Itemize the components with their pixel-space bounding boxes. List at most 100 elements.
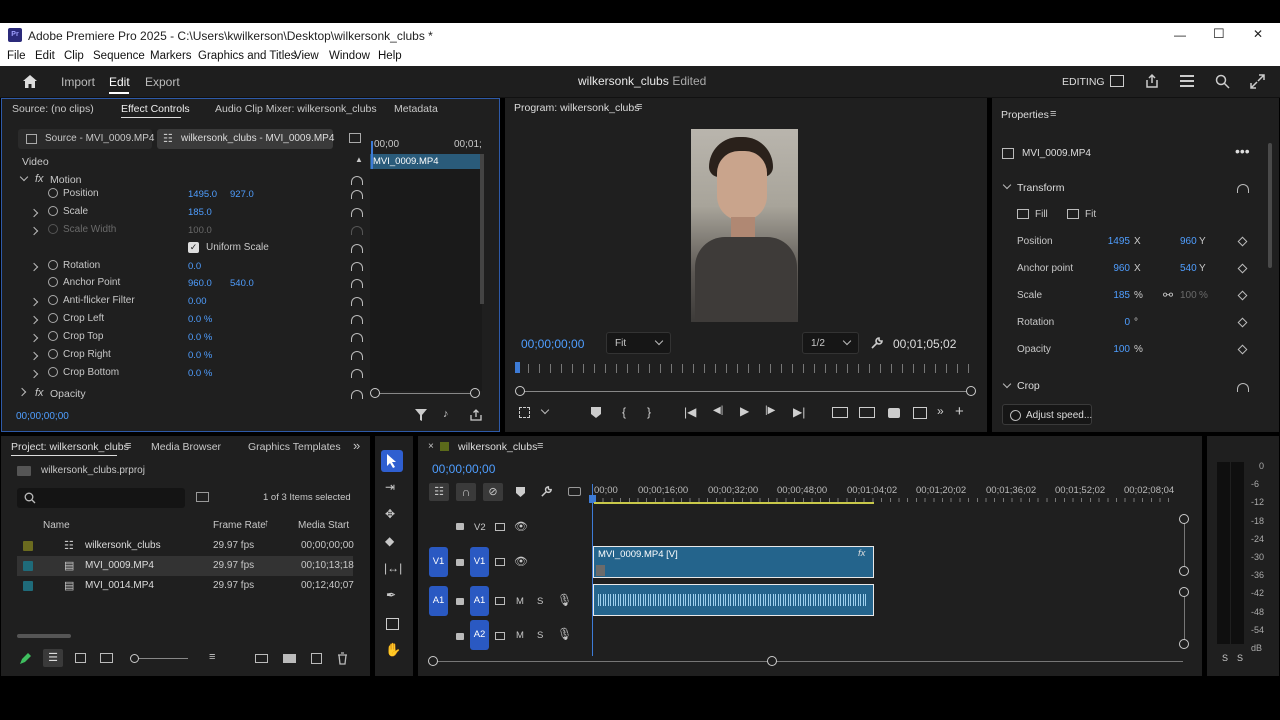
fill-button[interactable]: Fill — [1035, 209, 1048, 220]
pen-tool-icon[interactable]: ✒ — [386, 588, 396, 602]
audio-vscroll-handle-top[interactable] — [1179, 587, 1189, 597]
audio-icon[interactable]: ♪ — [443, 408, 449, 420]
tab-effect-controls[interactable]: Effect Controls — [121, 103, 190, 115]
row-reset-icon[interactable] — [351, 244, 363, 253]
menu-markers[interactable]: Markers — [150, 50, 192, 62]
mini-clip-bar[interactable]: MVI_0009.MP4 — [370, 154, 480, 169]
fit-dropdown[interactable]: Fit — [606, 332, 671, 354]
fill-icon[interactable] — [1017, 209, 1029, 219]
effect-controls-timecode[interactable]: 00;00;00;00 — [16, 411, 69, 422]
linked-selection-button[interactable]: ⊘ — [483, 483, 503, 501]
properties-menu-icon[interactable]: ≡ — [1050, 108, 1056, 120]
sort-icons-icon[interactable]: ≡ — [209, 651, 215, 663]
row-expand-icon[interactable] — [29, 262, 39, 272]
automate-sequence-icon[interactable] — [255, 654, 268, 663]
lift-icon[interactable] — [832, 407, 848, 418]
prop-value-1[interactable]: 100 — [1113, 344, 1130, 355]
selection-tool[interactable] — [381, 450, 403, 472]
keyframe-icon[interactable] — [1237, 344, 1248, 355]
audio-clip[interactable] — [593, 584, 874, 616]
solo-left-button[interactable]: S — [1222, 653, 1228, 663]
safe-margins-dropdown-icon[interactable] — [540, 405, 550, 415]
source-patch-v1[interactable]: V1 — [429, 547, 448, 577]
timeline-timecode[interactable]: 00;00;00;00 — [432, 462, 495, 476]
ec-row-value-1[interactable]: 100.0 — [188, 225, 212, 236]
timeline-close-icon[interactable]: × — [428, 441, 434, 452]
menu-window[interactable]: Window — [329, 50, 370, 62]
fullscreen-icon[interactable] — [1250, 74, 1265, 89]
program-timecode[interactable]: 00;00;00;00 — [521, 337, 584, 351]
row-reset-icon[interactable] — [351, 369, 363, 378]
lock-a1-icon[interactable] — [456, 598, 464, 605]
label-color-swatch[interactable] — [23, 581, 33, 591]
motion-expand-icon[interactable] — [19, 172, 29, 182]
go-to-out-icon[interactable]: ▶| — [793, 405, 805, 419]
more-controls-icon[interactable]: » — [937, 404, 944, 418]
row-reset-icon[interactable] — [351, 333, 363, 342]
timeline-settings-icon[interactable] — [540, 485, 553, 498]
rectangle-tool-icon[interactable] — [386, 618, 399, 630]
row-expand-icon[interactable] — [29, 208, 39, 218]
timeline-zoom-left[interactable] — [428, 656, 438, 666]
row-expand-icon[interactable] — [29, 297, 39, 307]
snap-button[interactable]: ∩ — [456, 483, 476, 501]
program-menu-icon[interactable]: ≡ — [636, 101, 642, 113]
icon-view-icon[interactable] — [75, 653, 86, 663]
export-frame-camera-icon[interactable] — [888, 408, 900, 418]
step-forward-icon[interactable]: |▶ — [765, 405, 775, 416]
menu-sequence[interactable]: Sequence — [93, 50, 145, 62]
work-area-bar[interactable] — [594, 502, 874, 504]
source-chip[interactable]: Source - MVI_0009.MP4 — [18, 129, 155, 149]
header-media-start[interactable]: Media Start — [298, 520, 349, 531]
go-to-in-icon[interactable]: |◀ — [684, 405, 696, 419]
compare-view-icon[interactable] — [913, 407, 927, 419]
safe-margins-icon[interactable] — [519, 407, 530, 418]
menu-file[interactable]: File — [7, 50, 26, 62]
program-zoom-track[interactable] — [520, 391, 972, 392]
timeline-title[interactable]: wilkersonk_clubs — [458, 441, 537, 453]
menu-graphics[interactable]: Graphics and Titles — [198, 50, 296, 62]
eye-v1-icon[interactable]: 👁 — [514, 555, 528, 568]
prop-value-1[interactable]: 960 — [1113, 263, 1130, 274]
menu-help[interactable]: Help — [378, 50, 402, 62]
slip-tool-icon[interactable]: |↔| — [384, 561, 402, 575]
ec-row-value-1[interactable]: 960.0 — [188, 278, 212, 289]
stopwatch-icon[interactable] — [48, 295, 58, 305]
stopwatch-icon[interactable] — [48, 224, 58, 234]
ec-row-value-1[interactable]: 1495.0 — [188, 189, 217, 200]
trash-icon[interactable] — [337, 652, 348, 665]
prop-value-1[interactable]: 0 — [1124, 317, 1130, 328]
track-a2-target[interactable]: A2 — [470, 620, 489, 650]
close-button[interactable]: ✕ — [1253, 27, 1263, 41]
stopwatch-icon[interactable] — [48, 313, 58, 323]
wrench-icon[interactable] — [870, 336, 884, 350]
ripple-edit-tool-icon[interactable]: ✥ — [385, 507, 395, 521]
header-name[interactable]: Name — [43, 520, 70, 531]
timeline-vscroll-track[interactable] — [1184, 519, 1185, 572]
program-video[interactable] — [691, 129, 798, 322]
add-button-icon[interactable]: + — [955, 403, 964, 420]
eye-v2-icon[interactable]: 👁 — [514, 520, 528, 533]
collapse-caret-icon[interactable]: ▲ — [355, 155, 363, 164]
zoom-slider-track[interactable] — [134, 658, 188, 659]
solo-a1-button[interactable]: S — [537, 596, 543, 607]
opacity-reset-icon[interactable] — [351, 390, 363, 399]
source-patch-a1[interactable]: A1 — [429, 586, 448, 616]
home-icon[interactable] — [22, 74, 38, 89]
audio-vscroll-track[interactable] — [1184, 593, 1185, 643]
keyframe-icon[interactable] — [1237, 317, 1248, 328]
lock-v2-icon[interactable] — [456, 523, 464, 530]
freeform-view-icon[interactable] — [100, 653, 113, 663]
list-view-button[interactable]: ☰ — [43, 649, 63, 667]
crop-reset-icon[interactable] — [1237, 383, 1249, 392]
prop-value-2[interactable]: 540 — [1180, 263, 1197, 274]
stopwatch-icon[interactable] — [48, 367, 58, 377]
timeline-playhead[interactable] — [592, 484, 593, 656]
solo-right-button[interactable]: S — [1237, 653, 1243, 663]
program-playhead[interactable] — [515, 362, 520, 373]
label-color-swatch[interactable] — [23, 541, 33, 551]
project-hscroll[interactable] — [17, 634, 71, 638]
project-search-input[interactable] — [17, 488, 185, 508]
audio-vscroll-handle-bottom[interactable] — [1179, 639, 1189, 649]
timeline-vscroll-handle-top[interactable] — [1179, 514, 1189, 524]
